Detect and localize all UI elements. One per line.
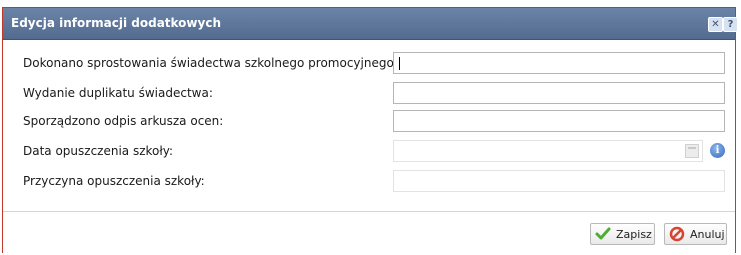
field-label-leave-date: Data opuszczenia szkoły: <box>23 144 174 158</box>
form-row-transcript-copy: Sporządzono odpis arkusza ocen: <box>3 110 735 134</box>
duplicate-input[interactable] <box>393 82 725 104</box>
form-body: Dokonano sprostowania świadectwa szkolne… <box>3 40 735 210</box>
close-icon[interactable]: ✕ <box>708 17 723 32</box>
field-label-correction: Dokonano sprostowania świadectwa szkolne… <box>23 56 398 70</box>
field-label-leave-reason: Przyczyna opuszczenia szkoły: <box>23 174 205 188</box>
leave-date-input <box>393 140 703 162</box>
cancel-icon <box>669 226 685 242</box>
form-row-correction: Dokonano sprostowania świadectwa szkolne… <box>3 52 735 76</box>
dialog-footer: Zapisz Anuluj <box>3 211 735 255</box>
text-caret <box>399 57 400 70</box>
dialog-titlebar: Edycja informacji dodatkowych ✕ ? <box>3 8 738 40</box>
form-row-leave-reason: Przyczyna opuszczenia szkoły: <box>3 170 735 194</box>
leave-reason-input <box>393 170 725 192</box>
calendar-icon <box>685 144 699 158</box>
info-icon[interactable]: i <box>710 143 725 158</box>
cancel-button-label: Anuluj <box>690 227 725 241</box>
help-icon[interactable]: ? <box>723 17 738 32</box>
dialog-title: Edycja informacji dodatkowych <box>11 16 221 30</box>
save-button[interactable]: Zapisz <box>590 223 655 245</box>
form-row-leave-date: Data opuszczenia szkoły: i <box>3 140 735 164</box>
correction-input[interactable] <box>393 52 725 74</box>
form-row-duplicate: Wydanie duplikatu świadectwa: <box>3 82 735 106</box>
save-button-label: Zapisz <box>616 227 652 241</box>
checkmark-icon <box>595 226 611 242</box>
field-label-duplicate: Wydanie duplikatu świadectwa: <box>23 86 213 100</box>
transcript-copy-input[interactable] <box>393 110 725 132</box>
field-label-transcript-copy: Sporządzono odpis arkusza ocen: <box>23 114 224 128</box>
edit-additional-info-dialog: Edycja informacji dodatkowych ✕ ? Dokona… <box>2 7 738 255</box>
cancel-button[interactable]: Anuluj <box>664 223 727 245</box>
